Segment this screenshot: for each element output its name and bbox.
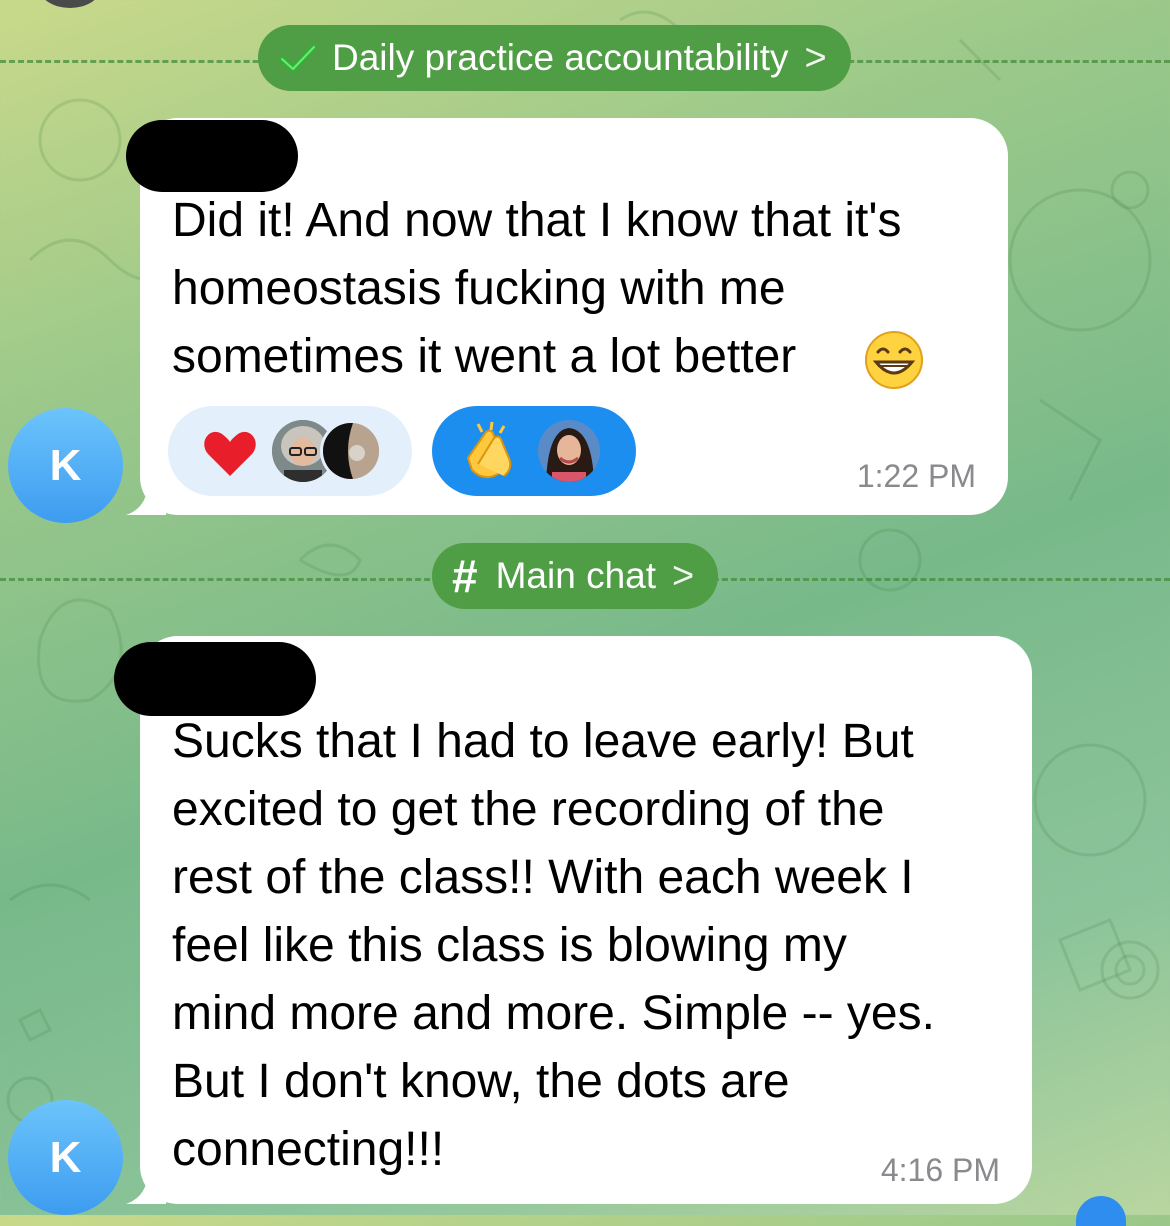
topic-label: Main chat	[495, 555, 657, 596]
message-text: Sucks that I had to leave early! But exc…	[172, 708, 935, 1184]
message-timestamp: 4:16 PM	[880, 1152, 1000, 1188]
clapping-hands-icon	[466, 421, 512, 479]
avatar[interactable]: K	[8, 1100, 123, 1215]
avatar[interactable]: K	[8, 408, 123, 523]
reaction-clap[interactable]	[432, 406, 636, 496]
topic-label: Daily practice accountability	[332, 37, 789, 78]
bubble-tail	[126, 475, 166, 515]
heart-icon	[204, 431, 256, 476]
message-text: Did it! And now that I know that it's ho…	[172, 187, 902, 391]
topic-divider-daily-practice: Daily practice accountability >	[0, 25, 1170, 95]
avatar-initial: K	[49, 440, 82, 490]
chevron-right-icon: >	[672, 554, 695, 597]
grinning-face-icon	[865, 331, 923, 389]
message-bubble[interactable]: Did it! And now that I know that it's ho…	[126, 118, 1008, 515]
message-bubble[interactable]: Sucks that I had to leave early! But exc…	[114, 636, 1032, 1204]
topic-divider-main-chat: # Main chat >	[0, 543, 1170, 613]
reactor-avatar[interactable]	[320, 420, 382, 482]
scroll-to-bottom-button[interactable]	[1076, 1196, 1126, 1226]
reactor-avatar[interactable]	[538, 420, 600, 482]
message-body: Did it! And now that I know that it's ho…	[172, 194, 902, 383]
previous-message-avatar[interactable]	[40, 0, 100, 8]
check-icon	[278, 42, 318, 74]
sender-name-redacted	[126, 120, 298, 192]
topic-pill-daily-practice[interactable]: Daily practice accountability >	[258, 25, 851, 91]
sender-name-redacted	[114, 642, 316, 716]
message-timestamp: 1:22 PM	[856, 458, 976, 494]
message-body: Sucks that I had to leave early! But exc…	[172, 715, 935, 1176]
bubble-tail	[126, 1164, 166, 1204]
chevron-right-icon: >	[804, 36, 827, 79]
reaction-heart[interactable]	[168, 406, 412, 496]
avatar-initial: K	[49, 1132, 82, 1182]
topic-pill-main-chat[interactable]: # Main chat >	[432, 543, 719, 609]
hash-icon: #	[452, 550, 478, 602]
